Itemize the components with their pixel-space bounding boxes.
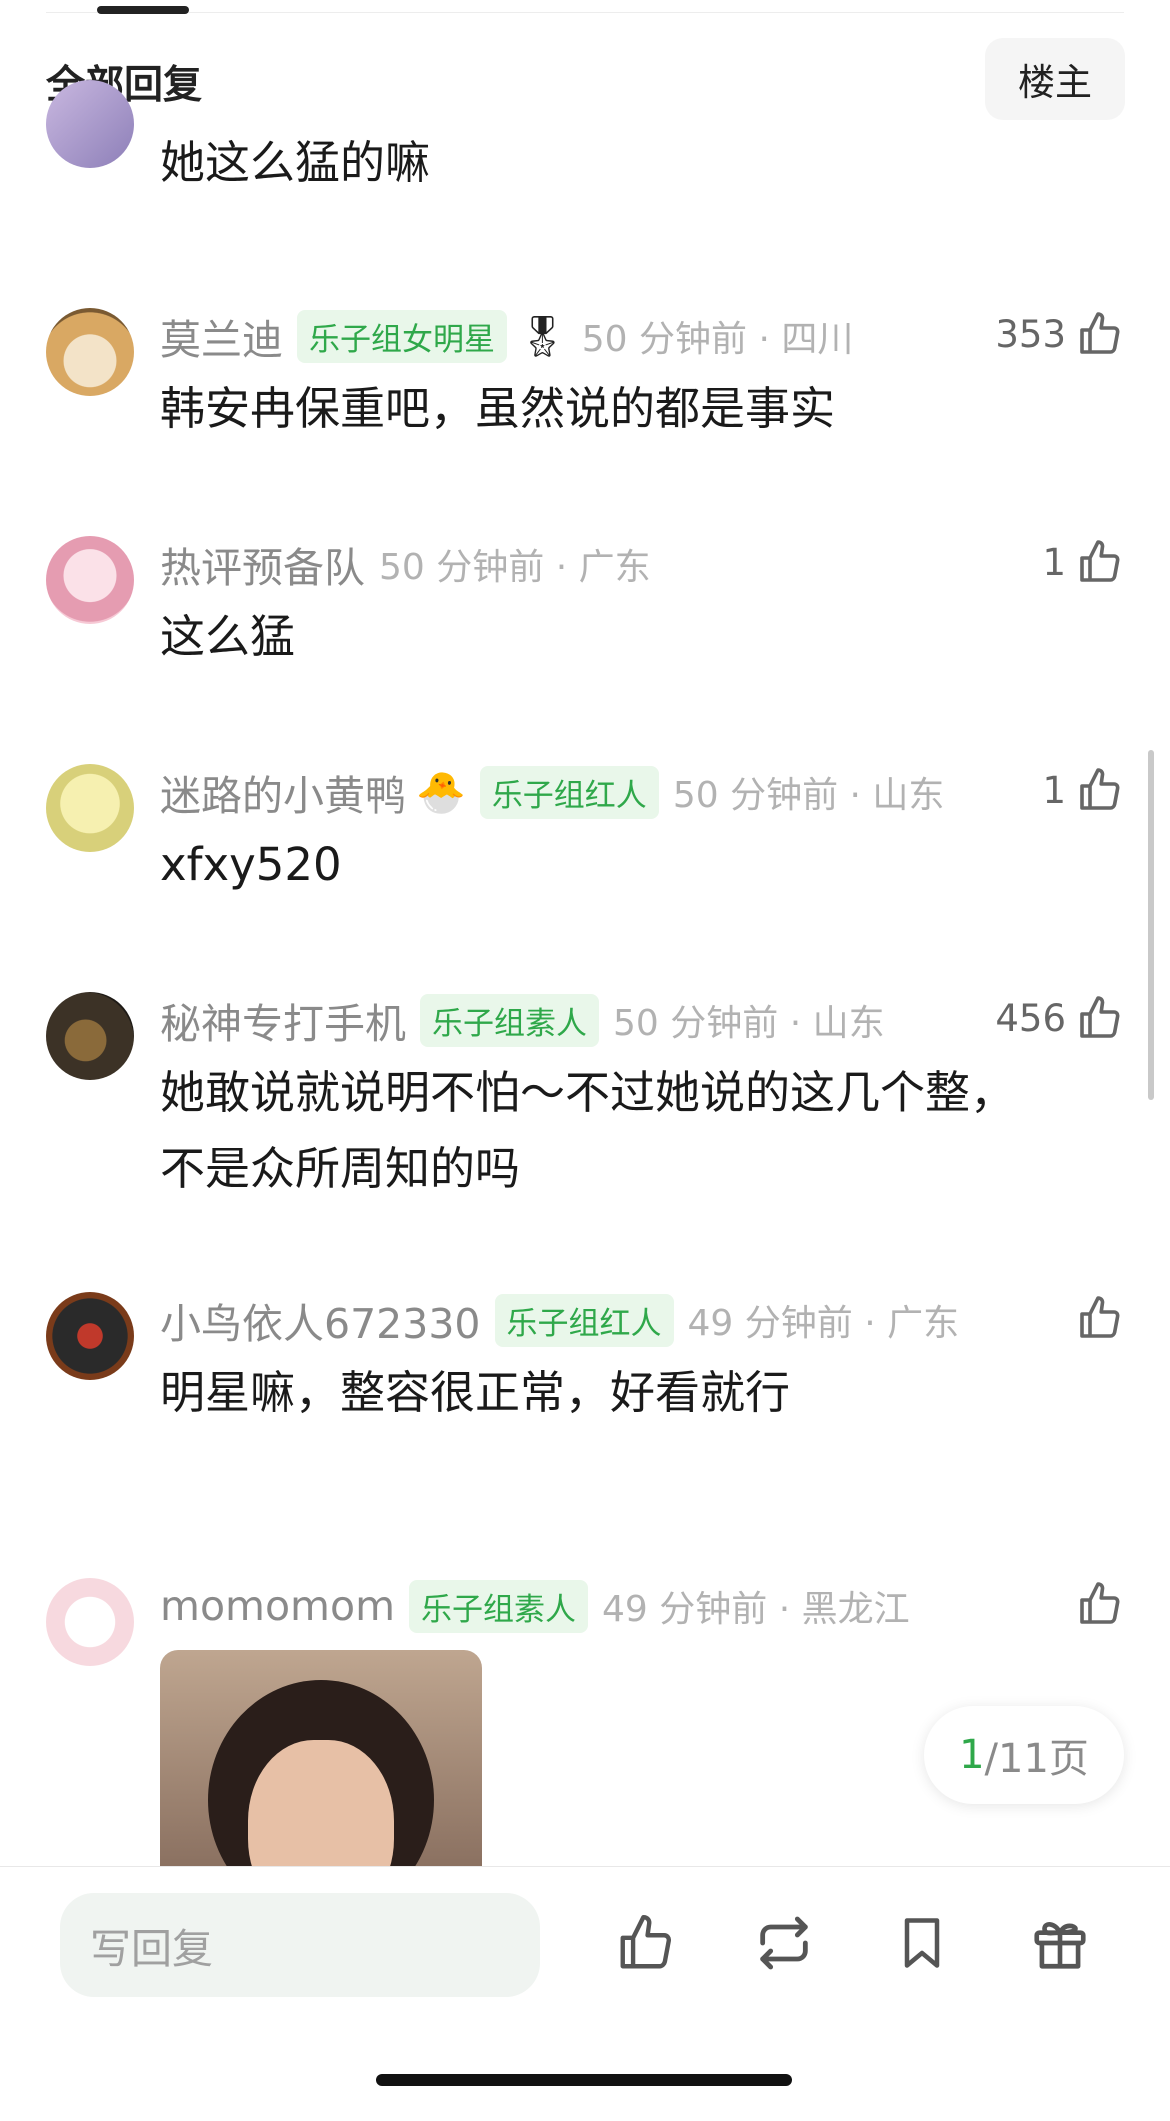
comment-meta: 50 分钟前 · 四川	[581, 319, 854, 360]
username[interactable]: 小鸟依人672330	[160, 1290, 481, 1350]
scrollbar[interactable]	[1148, 750, 1154, 1100]
like-area[interactable]: 456	[995, 988, 1124, 1048]
comment-meta: 49 分钟前 · 广东	[687, 1303, 960, 1344]
bookmark-icon	[904, 1918, 940, 1968]
comment-meta: 50 分钟前 · 广东	[379, 547, 651, 588]
comment-text: 她敢说就说明不怕～不过她说的这几个整，	[160, 1066, 1016, 1119]
comment-item: 小鸟依人672330 乐子组红人 49 分钟前 · 广东 明星嘛，整容很正常，好…	[0, 1280, 1170, 1420]
home-indicator	[376, 2074, 792, 2086]
username[interactable]: 热评预备队	[160, 534, 365, 594]
comment-item: 热评预备队 50 分钟前 · 广东 1 这么猛	[0, 524, 1170, 664]
like-count: 1	[1042, 768, 1066, 812]
like-count: 1	[1042, 540, 1066, 584]
tab-indicator	[97, 6, 189, 14]
like-count: 353	[995, 312, 1066, 356]
avatar[interactable]	[46, 308, 134, 396]
group-badge[interactable]: 乐子组女明星	[297, 309, 507, 363]
avatar[interactable]	[46, 80, 134, 168]
like-count: 456	[995, 996, 1066, 1040]
avatar[interactable]	[46, 764, 134, 852]
comment-item: 她这么猛的嘛	[0, 80, 1170, 218]
comment-text: 不是众所周知的吗	[160, 1142, 521, 1195]
comment-text: 明星嘛，整容很正常，好看就行	[160, 1366, 791, 1419]
bookmark-button[interactable]	[886, 1907, 958, 1979]
like-area[interactable]: 1	[1042, 532, 1124, 592]
medal-icon: 🎖	[517, 313, 568, 360]
thumbs-up-icon	[620, 1914, 672, 1969]
chick-icon: 🐣	[416, 769, 466, 816]
group-badge[interactable]: 乐子组红人	[479, 765, 659, 819]
replies-header: 全部回复 楼主	[0, 38, 1170, 122]
username[interactable]: momomom	[160, 1582, 395, 1630]
thumbs-up-icon[interactable]	[1076, 310, 1124, 358]
total-pages: /11页	[984, 1736, 1089, 1782]
thumbs-up-icon[interactable]	[1076, 1580, 1124, 1628]
comment-text: 这么猛	[160, 610, 296, 663]
group-badge[interactable]: 乐子组素人	[409, 1579, 589, 1633]
like-area[interactable]	[1076, 1288, 1124, 1348]
comment-meta: 50 分钟前 · 山东	[613, 1003, 885, 1044]
avatar[interactable]	[46, 1578, 134, 1666]
thumbs-up-icon[interactable]	[1076, 1294, 1124, 1342]
comment-meta: 49 分钟前 · 黑龙江	[602, 1589, 910, 1630]
like-button[interactable]	[610, 1907, 682, 1979]
username[interactable]: 迷路的小黄鸭	[160, 762, 406, 822]
comment-item: 秘神专打手机 乐子组素人 50 分钟前 · 山东 456 她敢说就说明不怕～不过…	[0, 980, 1170, 1200]
repost-button[interactable]	[748, 1907, 820, 1979]
comment-item: 莫兰迪 乐子组女明星 🎖 50 分钟前 · 四川 353 韩安冉保重吧，虽然说的…	[0, 296, 1170, 436]
comment-text: 她这么猛的嘛	[160, 136, 431, 189]
current-page: 1	[959, 1732, 985, 1778]
comment-image[interactable]	[160, 1650, 482, 1870]
gift-button[interactable]	[1024, 1907, 1096, 1979]
comment-meta: 50 分钟前 · 山东	[672, 775, 945, 816]
group-badge[interactable]: 乐子组素人	[420, 993, 599, 1047]
page-indicator[interactable]: 1/11页	[924, 1706, 1124, 1804]
avatar[interactable]	[46, 992, 134, 1080]
owner-only-button[interactable]: 楼主	[985, 38, 1125, 120]
group-badge[interactable]: 乐子组红人	[494, 1293, 674, 1347]
avatar[interactable]	[46, 536, 134, 624]
thumbs-up-icon[interactable]	[1076, 994, 1124, 1042]
like-area[interactable]	[1076, 1574, 1124, 1634]
like-area[interactable]: 353	[995, 304, 1124, 364]
comment-text: 韩安冉保重吧，虽然说的都是事实	[160, 382, 836, 435]
comment-item: 迷路的小黄鸭 🐣 乐子组红人 50 分钟前 · 山东 1 xfxy520	[0, 752, 1170, 892]
thumbs-up-icon[interactable]	[1076, 538, 1124, 586]
avatar[interactable]	[46, 1292, 134, 1380]
thumbs-up-icon[interactable]	[1076, 766, 1124, 814]
reply-input[interactable]: 写回复	[60, 1893, 540, 1997]
like-area[interactable]: 1	[1042, 760, 1124, 820]
gift-icon	[1034, 1922, 1086, 1969]
top-divider	[46, 12, 1124, 13]
comment-text: xfxy520	[160, 838, 342, 891]
username[interactable]: 莫兰迪	[160, 306, 283, 366]
username[interactable]: 秘神专打手机	[160, 990, 406, 1050]
repost-icon	[760, 1916, 808, 1970]
